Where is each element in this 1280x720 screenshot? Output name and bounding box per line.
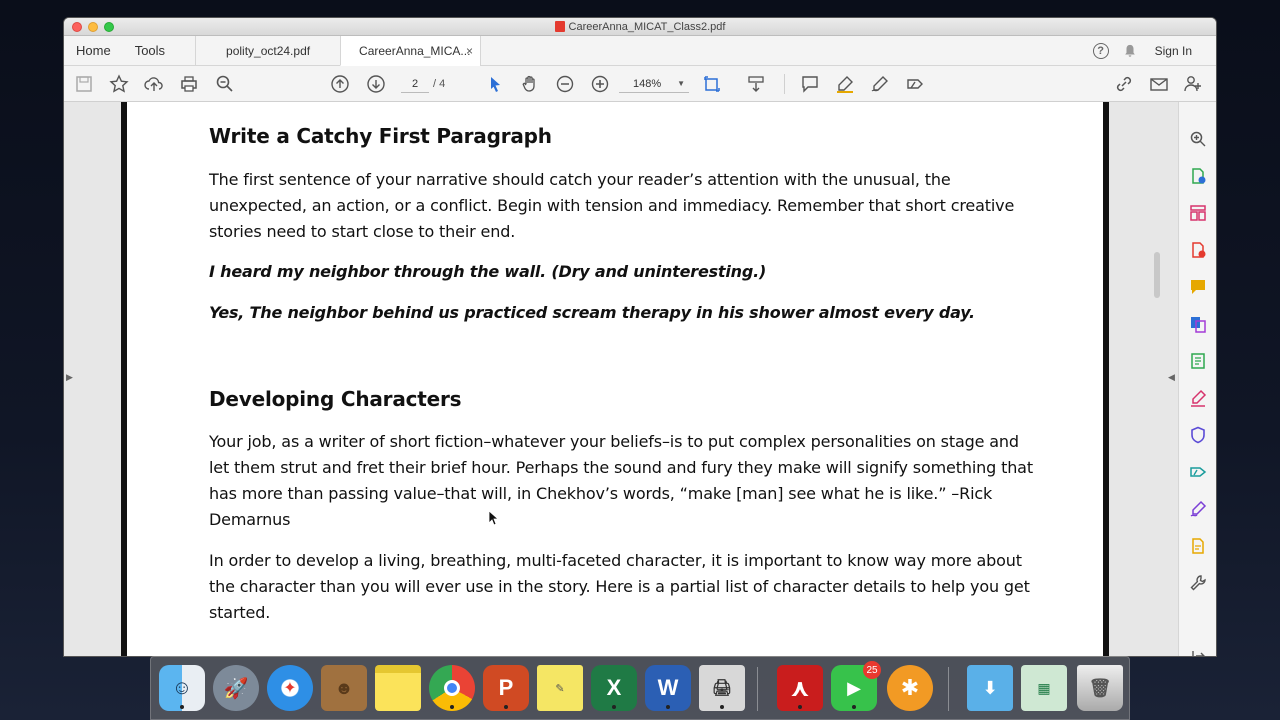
close-window-button[interactable] bbox=[72, 22, 82, 32]
safari-app-icon[interactable]: ✦ bbox=[267, 665, 313, 711]
dock-divider bbox=[757, 667, 758, 711]
contacts-app-icon[interactable]: ☻ bbox=[321, 665, 367, 711]
chrome-app-icon[interactable] bbox=[429, 665, 475, 711]
kindle-app-icon[interactable]: ✱ bbox=[887, 665, 933, 711]
collapse-pane-icon[interactable] bbox=[1189, 647, 1207, 656]
left-pane-toggle-icon[interactable]: ▶ bbox=[66, 372, 73, 383]
share-link-icon[interactable] bbox=[1114, 74, 1134, 94]
highlight-pen-icon[interactable] bbox=[835, 74, 855, 94]
add-user-icon[interactable] bbox=[1183, 74, 1203, 94]
mouse-pointer-icon bbox=[488, 510, 500, 526]
next-page-icon[interactable] bbox=[366, 74, 386, 94]
bookmark-star-icon[interactable] bbox=[109, 74, 129, 94]
minimize-window-button[interactable] bbox=[88, 22, 98, 32]
dock-divider bbox=[948, 667, 949, 711]
notes-app-icon[interactable] bbox=[375, 665, 421, 711]
excel-app-icon[interactable]: X bbox=[591, 665, 637, 711]
chevron-down-icon: ▼ bbox=[677, 79, 685, 88]
email-icon[interactable] bbox=[1149, 74, 1169, 94]
upload-cloud-icon[interactable] bbox=[144, 74, 164, 94]
paragraph-first-sentence: The first sentence of your narrative sho… bbox=[209, 170, 1015, 241]
export-pdf-icon[interactable] bbox=[1189, 241, 1207, 259]
heading-first-paragraph: Write a Catchy First Paragraph bbox=[209, 124, 552, 148]
zoom-window-button[interactable] bbox=[104, 22, 114, 32]
trash-icon[interactable]: 🗑 bbox=[1077, 665, 1123, 711]
zoom-out-icon[interactable] bbox=[555, 74, 575, 94]
launchpad-app-icon[interactable]: 🚀 bbox=[213, 665, 259, 711]
facetime-badge: 25 bbox=[863, 661, 881, 679]
comment-tool-icon[interactable] bbox=[1189, 278, 1207, 296]
edit-pdf-icon[interactable] bbox=[1189, 352, 1207, 370]
page-total: / 4 bbox=[433, 78, 446, 90]
organize-pages-icon[interactable] bbox=[1189, 204, 1207, 222]
protect-shield-icon[interactable] bbox=[1189, 426, 1207, 444]
fill-sign-icon[interactable] bbox=[905, 74, 925, 94]
paragraph-character-details: In order to develop a living, breathing,… bbox=[209, 551, 1030, 622]
nav-tools[interactable]: Tools bbox=[123, 36, 195, 65]
hand-tool-icon[interactable] bbox=[520, 74, 540, 94]
toolbar-divider bbox=[784, 74, 785, 94]
sign-pen-icon[interactable] bbox=[870, 74, 890, 94]
stickies-app-icon[interactable]: ✎ bbox=[537, 665, 583, 711]
send-for-signature-icon[interactable] bbox=[1189, 463, 1207, 481]
tab-row-actions: ? Sign In bbox=[1092, 36, 1216, 66]
macos-dock: ☺ 🚀 ✦ ☻ P ✎ X W 🖨 ⋏ ▶ 25 ✱ ⬇ ▦ 🗑 bbox=[150, 656, 1130, 720]
window-title: CareerAnna_MICAT_Class2.pdf bbox=[554, 20, 726, 33]
title-bar: CareerAnna_MICAT_Class2.pdf bbox=[64, 18, 1216, 36]
fill-sign-tool-icon[interactable] bbox=[1189, 389, 1207, 407]
finder-app-icon[interactable]: ☺ bbox=[159, 665, 205, 711]
comment-icon[interactable] bbox=[800, 74, 820, 94]
acrobat-window: CareerAnna_MICAT_Class2.pdf Home Tools p… bbox=[64, 18, 1216, 656]
tab-label: polity_oct24.pdf bbox=[226, 43, 311, 58]
prepare-form-icon[interactable] bbox=[1189, 537, 1207, 555]
notification-bell-icon[interactable] bbox=[1123, 44, 1137, 58]
save-icon[interactable] bbox=[74, 74, 94, 94]
tab-careeranna-document[interactable]: CareerAnna_MICA... × bbox=[340, 36, 481, 66]
zoom-level-select[interactable]: 148% ▼ bbox=[619, 75, 689, 93]
acrobat-app-icon[interactable]: ⋏ bbox=[777, 665, 823, 711]
word-app-icon[interactable]: W bbox=[645, 665, 691, 711]
previous-page-icon[interactable] bbox=[330, 74, 350, 94]
scroll-mode-icon[interactable] bbox=[746, 74, 766, 94]
downloads-folder-icon[interactable]: ⬇ bbox=[967, 665, 1013, 711]
right-pane-toggle-icon[interactable]: ◀ bbox=[1168, 372, 1175, 383]
page-number-input[interactable] bbox=[401, 75, 429, 93]
select-cursor-icon[interactable] bbox=[485, 74, 505, 94]
powerpoint-app-icon[interactable]: P bbox=[483, 665, 529, 711]
tab-row: Home Tools polity_oct24.pdf CareerAnna_M… bbox=[64, 36, 1216, 66]
preview-app-icon[interactable]: 🖨 bbox=[699, 665, 745, 711]
create-pdf-icon[interactable] bbox=[1189, 167, 1207, 185]
paragraph-writer-job: Your job, as a writer of short fiction–w… bbox=[209, 432, 1033, 529]
toolbar: / 4 148% ▼ bbox=[64, 66, 1216, 102]
tab-close-icon[interactable]: × bbox=[466, 44, 473, 58]
tab-label: CareerAnna_MICA... bbox=[359, 43, 471, 58]
spreadsheet-file-icon[interactable]: ▦ bbox=[1021, 665, 1067, 711]
heading-developing-characters: Developing Characters bbox=[209, 387, 462, 411]
pdf-file-icon bbox=[554, 21, 565, 32]
example-dry: I heard my neighbor through the wall. (D… bbox=[209, 262, 767, 281]
pdf-page: Write a Catchy First Paragraph The first… bbox=[121, 102, 1109, 656]
help-icon[interactable]: ? bbox=[1092, 43, 1109, 59]
window-title-text: CareerAnna_MICAT_Class2.pdf bbox=[568, 20, 726, 33]
fit-page-icon[interactable] bbox=[702, 74, 722, 94]
nav-home[interactable]: Home bbox=[64, 36, 123, 65]
facetime-app-icon[interactable]: ▶ 25 bbox=[831, 661, 881, 711]
window-controls bbox=[72, 22, 114, 32]
tab-polity-document[interactable]: polity_oct24.pdf bbox=[195, 36, 340, 65]
example-scream-therapy: Yes, The neighbor behind us practiced sc… bbox=[209, 303, 975, 322]
vertical-scrollbar[interactable] bbox=[1154, 252, 1160, 298]
zoom-level-value: 148% bbox=[633, 77, 662, 90]
sign-tool-icon[interactable] bbox=[1189, 500, 1207, 518]
print-icon[interactable] bbox=[179, 74, 199, 94]
search-zoom-icon[interactable] bbox=[1189, 130, 1207, 148]
combine-files-icon[interactable] bbox=[1189, 315, 1207, 333]
zoom-in-icon[interactable] bbox=[590, 74, 610, 94]
tools-pane bbox=[1178, 102, 1216, 656]
find-zoom-icon[interactable] bbox=[215, 74, 235, 94]
sign-in-link[interactable]: Sign In bbox=[1155, 44, 1192, 58]
document-viewport[interactable]: ▶ Write a Catchy First Paragraph The fir… bbox=[64, 102, 1178, 656]
more-tools-wrench-icon[interactable] bbox=[1189, 574, 1207, 592]
